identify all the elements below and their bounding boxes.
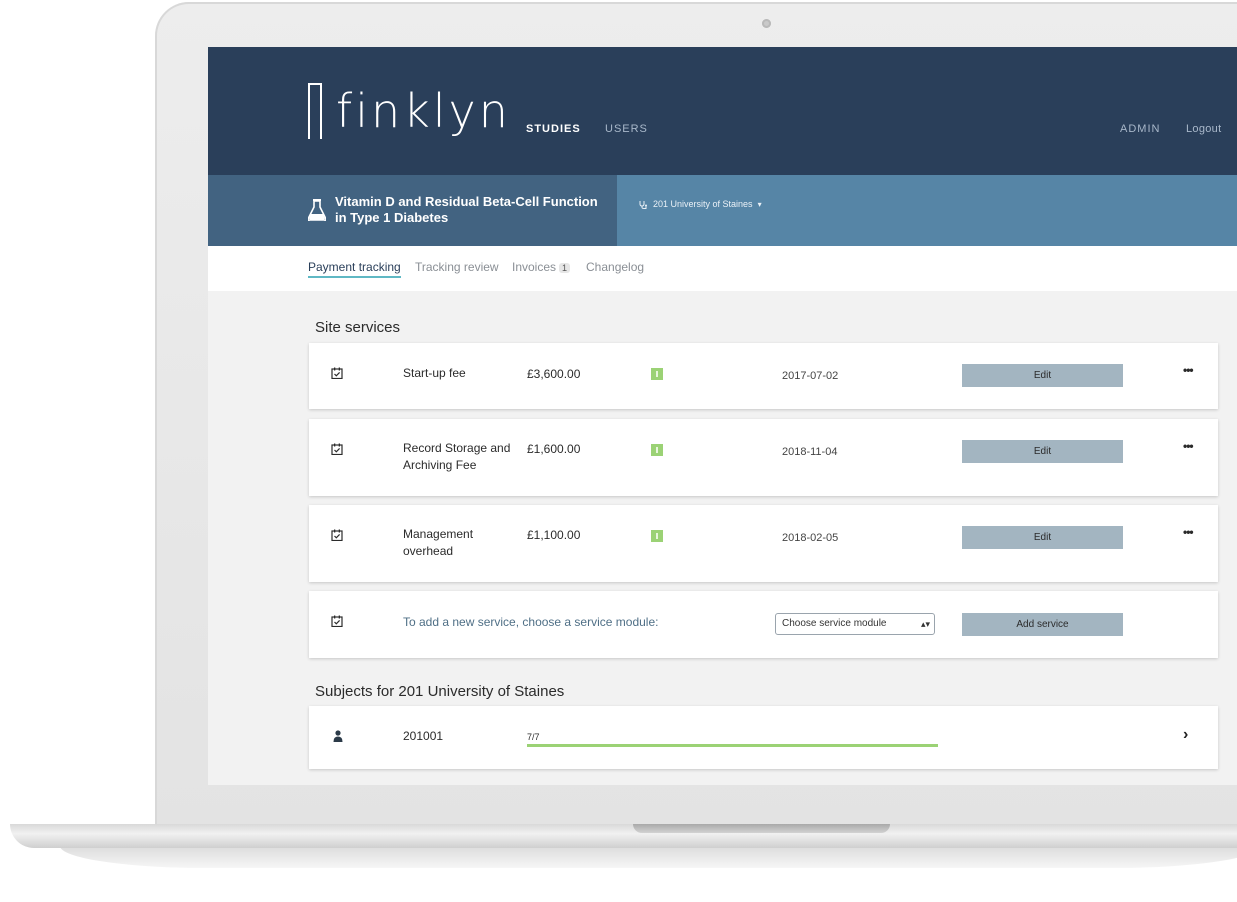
progress-bar bbox=[527, 744, 938, 747]
tab-invoices-label: Invoices bbox=[512, 260, 557, 274]
tab-tracking-review[interactable]: Tracking review bbox=[415, 260, 499, 276]
service-name: Management overhead bbox=[403, 527, 474, 558]
study-title: Vitamin D and Residual Beta-Cell Functio… bbox=[335, 194, 598, 225]
laptop-notch bbox=[633, 824, 890, 833]
tabs-bar: Payment tracking Tracking review Invoice… bbox=[208, 246, 1237, 291]
camera bbox=[762, 19, 771, 28]
edit-button[interactable]: Edit bbox=[962, 526, 1123, 549]
logo-text: finklyn bbox=[336, 84, 511, 138]
site-services-title: Site services bbox=[315, 319, 401, 336]
service-module-select[interactable]: Choose service module ▴▾ bbox=[775, 613, 935, 635]
study-bar: Vitamin D and Residual Beta-Cell Functio… bbox=[208, 175, 1237, 246]
caret-down-icon: ▾ bbox=[757, 199, 762, 209]
calendar-check-icon bbox=[331, 367, 343, 379]
subject-id: 201001 bbox=[403, 729, 444, 743]
laptop-base-shadow bbox=[60, 846, 1237, 868]
more-options-icon[interactable]: ••• bbox=[1183, 363, 1194, 377]
subjects-title: Subjects for 201 University of Staines bbox=[315, 683, 565, 700]
service-price: £3,600.00 bbox=[527, 367, 581, 381]
tab-payment-tracking[interactable]: Payment tracking bbox=[308, 260, 401, 278]
status-badge bbox=[651, 444, 663, 456]
app-screen: finklyn STUDIES USERS ADMIN Logout Vitam… bbox=[208, 47, 1237, 785]
site-selector[interactable]: 201 University of Staines ▾ bbox=[639, 199, 762, 209]
nav-studies[interactable]: STUDIES bbox=[526, 123, 581, 135]
service-row: Management overhead £1,100.00 2018-02-05… bbox=[309, 505, 1218, 582]
service-name: Record Storage and Archiving Fee bbox=[403, 441, 511, 472]
progress-label: 7/7 bbox=[527, 732, 540, 742]
tab-invoices[interactable]: Invoices 1 bbox=[512, 260, 571, 276]
select-arrows-icon: ▴▾ bbox=[920, 619, 930, 629]
flask-icon bbox=[308, 199, 326, 221]
service-price: £1,600.00 bbox=[527, 442, 581, 456]
calendar-check-icon bbox=[331, 615, 343, 627]
logo-mark-icon bbox=[308, 83, 322, 139]
service-module-select-value: Choose service module bbox=[782, 618, 887, 629]
nav-users[interactable]: USERS bbox=[605, 123, 648, 135]
edit-button[interactable]: Edit bbox=[962, 364, 1123, 387]
service-date: 2018-02-05 bbox=[782, 532, 839, 544]
user-icon bbox=[333, 730, 343, 742]
site-name: 201 University of Staines bbox=[653, 199, 753, 209]
status-badge bbox=[651, 368, 663, 380]
service-row: Record Storage and Archiving Fee £1,600.… bbox=[309, 419, 1218, 496]
tab-changelog[interactable]: Changelog bbox=[586, 260, 644, 276]
add-service-button[interactable]: Add service bbox=[962, 613, 1123, 636]
service-name: Start-up fee bbox=[403, 366, 466, 380]
nav-admin[interactable]: ADMIN bbox=[1120, 123, 1160, 135]
laptop-base bbox=[10, 824, 1237, 848]
service-price: £1,100.00 bbox=[527, 528, 581, 542]
service-date: 2018-11-04 bbox=[782, 446, 838, 458]
invoices-count-badge: 1 bbox=[559, 263, 571, 273]
progress-fill bbox=[527, 744, 938, 747]
calendar-check-icon bbox=[331, 529, 343, 541]
service-date: 2017-07-02 bbox=[782, 370, 839, 382]
logo[interactable]: finklyn bbox=[308, 81, 511, 141]
subject-row[interactable]: 201001 7/7 › bbox=[309, 706, 1218, 769]
study-header: Vitamin D and Residual Beta-Cell Functio… bbox=[208, 175, 617, 246]
edit-button[interactable]: Edit bbox=[962, 440, 1123, 463]
stethoscope-icon bbox=[639, 200, 647, 209]
nav-logout[interactable]: Logout bbox=[1186, 123, 1221, 135]
top-navbar: finklyn STUDIES USERS ADMIN Logout bbox=[208, 47, 1237, 175]
service-row: Start-up fee £3,600.00 2017-07-02 Edit •… bbox=[309, 343, 1218, 409]
add-service-instructions: To add a new service, choose a service m… bbox=[403, 615, 659, 629]
calendar-check-icon bbox=[331, 443, 343, 455]
more-options-icon[interactable]: ••• bbox=[1183, 525, 1194, 539]
more-options-icon[interactable]: ••• bbox=[1183, 439, 1194, 453]
status-badge bbox=[651, 530, 663, 542]
add-service-row: To add a new service, choose a service m… bbox=[309, 591, 1218, 658]
chevron-right-icon[interactable]: › bbox=[1183, 726, 1188, 744]
